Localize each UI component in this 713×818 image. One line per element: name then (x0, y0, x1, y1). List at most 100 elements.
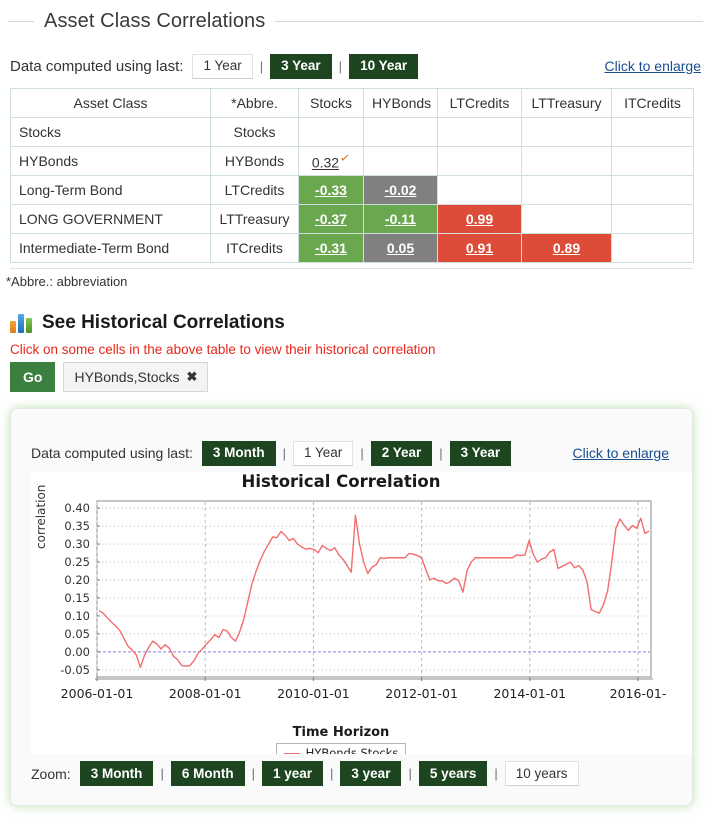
svg-text:0.40: 0.40 (64, 501, 90, 515)
zoom-option-1-year[interactable]: 1 year (261, 761, 324, 786)
zoom-toolbar: Zoom: 3 Month | 6 Month | 1 year | 3 yea… (31, 761, 579, 786)
zoom-label: Zoom: (31, 765, 71, 782)
table-bottom-rule (10, 268, 693, 269)
correlation-value[interactable]: -0.11 (385, 211, 416, 227)
cell-abbreviation: Stocks (210, 117, 299, 147)
correlation-value[interactable]: 0.89 (553, 240, 580, 256)
correlation-cell[interactable]: 0.91 (437, 233, 522, 263)
period-option-3-year[interactable]: 3 Year (270, 53, 332, 79)
correlation-value[interactable]: -0.37 (315, 211, 347, 227)
chart-title: Historical Correlation (241, 472, 441, 491)
panel-separator: | (439, 445, 443, 461)
chart-x-axis-label: Time Horizon (292, 725, 390, 740)
historical-correlations-header: See Historical Correlations (10, 312, 285, 334)
svg-text:2016-01-: 2016-01- (610, 686, 667, 701)
correlation-value[interactable]: -0.02 (385, 182, 417, 198)
correlation-value[interactable]: 0.91 (466, 240, 493, 256)
cell-asset-class: LONG GOVERNMENT (10, 204, 211, 234)
correlation-value[interactable]: 0.99 (466, 211, 493, 227)
empty-cell (521, 117, 612, 147)
correlation-cell[interactable]: -0.11 (363, 204, 438, 234)
cell-abbreviation: HYBonds (210, 146, 299, 176)
period-option-1-year[interactable]: 1 Year (192, 53, 253, 79)
legend-swatch-icon (283, 752, 300, 754)
svg-text:0.30: 0.30 (64, 537, 90, 551)
panel-period-1-year[interactable]: 1 Year (293, 440, 354, 466)
abbreviation-footnote: *Abbre.: abbreviation (6, 274, 128, 289)
table-row: Stocks Stocks (10, 117, 694, 147)
panel-period-2-year[interactable]: 2 Year (370, 440, 433, 466)
correlation-cell[interactable]: -0.33 (298, 175, 364, 205)
cell-abbreviation: ITCredits (210, 233, 299, 263)
correlation-cell[interactable]: 0.05 (363, 233, 438, 263)
cell-asset-class: Long-Term Bond (10, 175, 211, 205)
table-row: HYBonds HYBonds 0.32✓ (10, 146, 694, 176)
empty-cell (437, 146, 522, 176)
svg-text:0.20: 0.20 (64, 573, 90, 587)
svg-text:0.15: 0.15 (64, 591, 90, 605)
panel-separator: | (282, 445, 287, 461)
correlation-cell[interactable]: 0.99 (437, 204, 522, 234)
correlation-cell[interactable]: -0.31 (298, 233, 364, 263)
empty-cell (363, 117, 438, 147)
zoom-option-6-month[interactable]: 6 Month (170, 761, 245, 786)
zoom-separator: | (251, 766, 255, 781)
cell-asset-class: Stocks (10, 117, 211, 147)
correlation-value[interactable]: -0.33 (315, 182, 347, 198)
correlation-cell[interactable]: -0.02 (363, 175, 438, 205)
table-body: Stocks Stocks HYBonds HYBonds 0.32✓ Long-Term… (10, 117, 694, 263)
zoom-option-3-year[interactable]: 3 year (340, 761, 402, 786)
correlation-value[interactable]: -0.31 (315, 240, 347, 256)
page-title: Asset Class Correlations (44, 9, 266, 32)
remove-tag-icon[interactable]: ✖ (187, 369, 198, 385)
empty-cell (611, 146, 694, 176)
correlation-cell[interactable]: -0.37 (298, 204, 364, 234)
panel-period-label: Data computed using last: (31, 445, 193, 461)
header-rule-left (8, 20, 34, 22)
correlation-value[interactable]: 0.32 (312, 155, 339, 171)
go-button[interactable]: Go (10, 362, 56, 392)
zoom-option-5-years[interactable]: 5 years (418, 761, 488, 786)
svg-text:0.35: 0.35 (64, 519, 90, 533)
historical-chart-panel: Data computed using last: 3 Month | 1 Ye… (10, 408, 693, 806)
chart-legend: HYBonds,Stocks (31, 743, 651, 754)
cell-asset-class: HYBonds (10, 146, 211, 176)
correlation-table-wrap: Asset Class *Abbre. Stocks HYBonds LTCre… (10, 88, 694, 263)
header-rule-right (275, 20, 703, 22)
chart-plot-area: correlation -0.05 0.00 0.05 0.10 0.15 0.20 0.2… (31, 485, 692, 754)
selected-pair-label: HYBonds,Stocks (74, 369, 180, 385)
svg-text:0.00: 0.00 (64, 645, 90, 659)
zoom-option-10-years[interactable]: 10 years (504, 761, 579, 786)
empty-cell (298, 117, 364, 147)
svg-text:0.05: 0.05 (64, 627, 90, 641)
svg-text:-0.05: -0.05 (60, 663, 90, 677)
table-header-row: Asset Class *Abbre. Stocks HYBonds LTCre… (10, 88, 694, 118)
table-row: Long-Term Bond LTCredits -0.33 -0.02 (10, 175, 694, 205)
panel-click-to-enlarge-link[interactable]: Click to enlarge (573, 445, 670, 461)
correlation-table: Asset Class *Abbre. Stocks HYBonds LTCre… (10, 88, 694, 263)
col-header-hybonds: HYBonds (363, 88, 438, 118)
correlation-cell[interactable]: 0.89 (521, 233, 612, 263)
correlation-value[interactable]: 0.05 (387, 240, 414, 256)
correlation-cell[interactable]: 0.32✓ (298, 146, 364, 176)
cell-abbreviation: LTCredits (210, 175, 299, 205)
selected-pair-tag[interactable]: HYBonds,Stocks ✖ (63, 362, 209, 392)
check-icon: ✓ (339, 150, 352, 166)
empty-cell (363, 146, 438, 176)
toolbar-separator: | (259, 58, 264, 74)
historical-correlation-chart[interactable]: Historical Correlation correlation -0.05… (31, 472, 692, 754)
svg-text:0.10: 0.10 (64, 609, 90, 623)
col-header-asset-class: Asset Class (10, 88, 211, 118)
zoom-separator: | (160, 766, 164, 781)
panel-period-3-year[interactable]: 3 Year (449, 440, 512, 466)
panel-period-3-month[interactable]: 3 Month (201, 440, 276, 466)
chart-y-axis-label: correlation (34, 484, 48, 549)
click-to-enlarge-link[interactable]: Click to enlarge (605, 58, 702, 74)
zoom-option-3-month[interactable]: 3 Month (79, 761, 154, 786)
section-header: Asset Class Correlations (0, 6, 713, 36)
period-option-10-year[interactable]: 10 Year (349, 53, 419, 79)
cell-abbreviation: LTTreasury (210, 204, 299, 234)
svg-text:2010-01-01: 2010-01-01 (277, 686, 350, 701)
svg-text:0.25: 0.25 (64, 555, 90, 569)
svg-text:2014-01-01: 2014-01-01 (493, 686, 566, 701)
